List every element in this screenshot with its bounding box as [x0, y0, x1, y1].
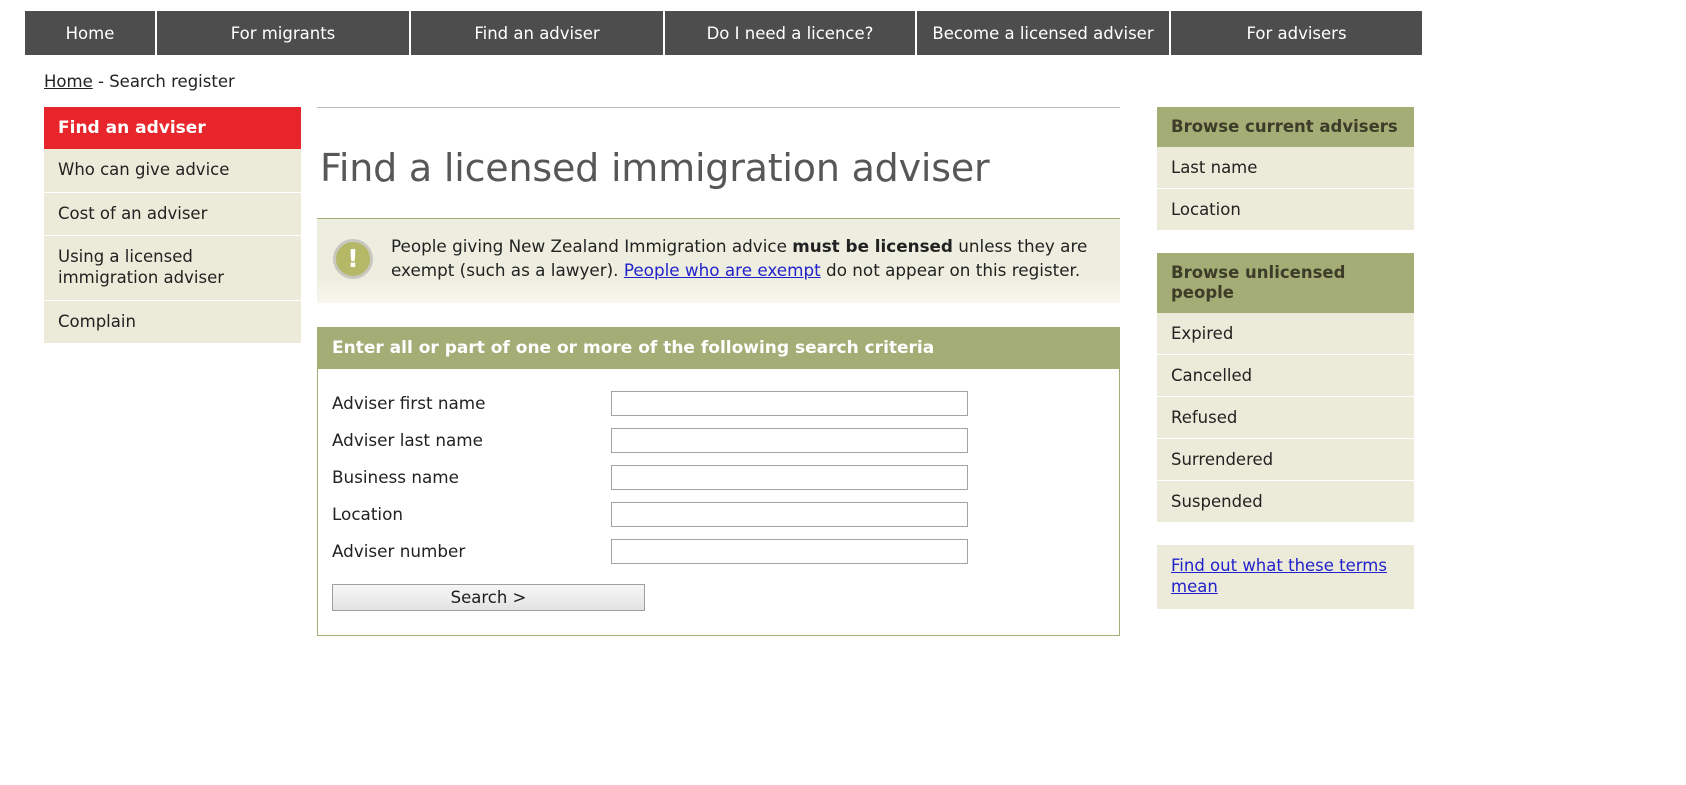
location-input[interactable] — [611, 501, 968, 527]
notice-text: People giving New Zealand Immigration ad… — [391, 235, 1096, 283]
find-out-terms-link[interactable]: Find out what these terms mean — [1171, 556, 1387, 595]
nav-item-for-migrants[interactable]: For migrants — [157, 11, 409, 55]
browse-current-item-last-name[interactable]: Last name — [1157, 147, 1414, 190]
right-sidebar: Browse current advisers Last name Locati… — [1157, 107, 1414, 609]
search-panel: Enter all or part of one or more of the … — [317, 326, 1120, 636]
search-button[interactable]: Search > — [332, 583, 645, 611]
sidebar-item-using-a-licensed-immigration-adviser[interactable]: Using a licensed immigration adviser — [44, 236, 301, 301]
people-who-are-exempt-link[interactable]: People who are exempt — [624, 260, 821, 280]
main-content: Find a licensed immigration adviser ! Pe… — [317, 107, 1120, 636]
submit-row: Search > — [332, 583, 1119, 611]
nav-item-label: Become a licensed adviser — [932, 23, 1154, 43]
browse-unlicensed-item-expired[interactable]: Expired — [1157, 313, 1414, 356]
browse-unlicensed-item-suspended[interactable]: Suspended — [1157, 481, 1414, 524]
exclamation-glyph: ! — [347, 243, 359, 273]
notice-text-bold: must be licensed — [792, 236, 953, 256]
label-adviser-last-name: Adviser last name — [332, 430, 483, 451]
licence-notice: ! People giving New Zealand Immigration … — [317, 218, 1120, 303]
label-adviser-first-name: Adviser first name — [332, 393, 486, 414]
browse-unlicensed-people-box: Browse unlicensed people Expired Cancell… — [1157, 253, 1414, 524]
page-body: Find an adviser Who can give advice Cost… — [44, 107, 1444, 636]
form-row-adviser-last-name: Adviser last name — [318, 427, 1119, 453]
breadcrumb-separator: - — [92, 72, 110, 91]
browse-unlicensed-people-heading: Browse unlicensed people — [1157, 253, 1414, 314]
breadcrumb-current: Search register — [109, 72, 235, 91]
form-row-adviser-number: Adviser number — [318, 538, 1119, 564]
sidebar-item-who-can-give-advice[interactable]: Who can give advice — [44, 149, 301, 193]
nav-item-label: Home — [65, 23, 115, 43]
nav-item-label: For advisers — [1246, 23, 1347, 43]
label-business-name: Business name — [332, 467, 459, 488]
page-title: Find a licensed immigration adviser — [320, 146, 990, 190]
browse-current-advisers-box: Browse current advisers Last name Locati… — [1157, 107, 1414, 232]
terms-link-box: Find out what these terms mean — [1157, 545, 1414, 609]
notice-text-part1: People giving New Zealand Immigration ad… — [391, 236, 793, 256]
adviser-number-input[interactable] — [611, 538, 968, 564]
browse-current-item-location[interactable]: Location — [1157, 189, 1414, 232]
search-form: Adviser first name Adviser last name Bus… — [318, 369, 1119, 635]
sidebar-item-complain[interactable]: Complain — [44, 300, 301, 345]
sidebar-heading: Find an adviser — [44, 107, 301, 149]
breadcrumb-link-home[interactable]: Home — [44, 72, 93, 91]
main-navigation: Home For migrants Find an adviser Do I n… — [25, 11, 1476, 55]
form-row-adviser-first-name: Adviser first name — [318, 390, 1119, 416]
nav-item-home[interactable]: Home — [25, 11, 155, 55]
nav-item-become-a-licensed-adviser[interactable]: Become a licensed adviser — [917, 11, 1169, 55]
nav-item-label: For migrants — [230, 23, 336, 43]
breadcrumb: Home - Search register — [44, 72, 1686, 91]
nav-item-find-an-adviser[interactable]: Find an adviser — [411, 11, 663, 55]
form-row-location: Location — [318, 501, 1119, 527]
left-sidebar: Find an adviser Who can give advice Cost… — [44, 107, 301, 345]
browse-current-advisers-heading: Browse current advisers — [1157, 107, 1414, 148]
exclamation-icon: ! — [333, 239, 373, 279]
browse-unlicensed-item-cancelled[interactable]: Cancelled — [1157, 355, 1414, 398]
sidebar-item-cost-of-an-adviser[interactable]: Cost of an adviser — [44, 192, 301, 237]
adviser-first-name-input[interactable] — [611, 390, 968, 416]
notice-text-part3: do not appear on this register. — [820, 259, 1081, 280]
label-location: Location — [332, 504, 403, 525]
nav-item-label: Find an adviser — [474, 23, 600, 43]
form-row-business-name: Business name — [318, 464, 1119, 490]
search-panel-heading: Enter all or part of one or more of the … — [318, 326, 1119, 369]
nav-item-label: Do I need a licence? — [706, 23, 874, 43]
adviser-last-name-input[interactable] — [611, 427, 968, 453]
label-adviser-number: Adviser number — [332, 541, 466, 562]
browse-unlicensed-item-surrendered[interactable]: Surrendered — [1157, 439, 1414, 482]
browse-unlicensed-item-refused[interactable]: Refused — [1157, 397, 1414, 440]
nav-item-for-advisers[interactable]: For advisers — [1171, 11, 1422, 55]
business-name-input[interactable] — [611, 464, 968, 490]
nav-item-do-i-need-a-licence[interactable]: Do I need a licence? — [665, 11, 915, 55]
